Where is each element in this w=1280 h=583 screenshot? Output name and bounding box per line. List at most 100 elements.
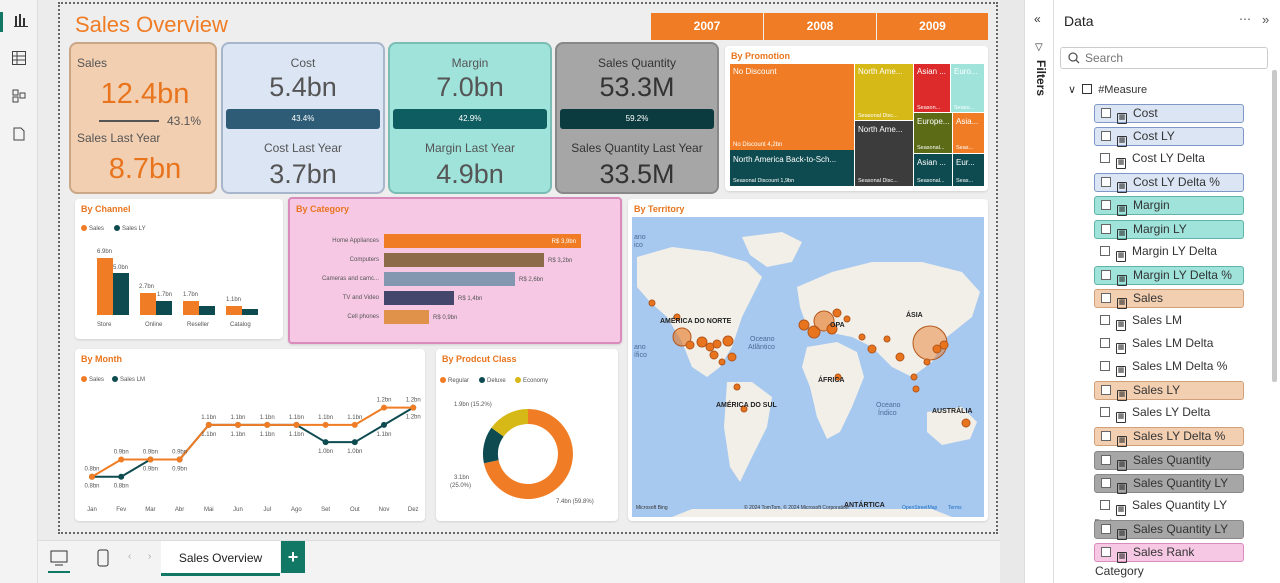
month-line-sales-point[interactable] [147, 456, 154, 463]
month-line-sales-point[interactable] [293, 421, 300, 428]
channel-bar-store-ly[interactable] [113, 273, 129, 315]
channel-bar-catalog-sales[interactable] [226, 306, 242, 315]
field-checkbox[interactable] [1101, 269, 1111, 280]
month-line-sales-point[interactable] [351, 421, 358, 428]
channel-bar-reseller-ly[interactable] [199, 306, 215, 315]
field-checkbox[interactable] [1101, 385, 1111, 396]
table-measure[interactable]: ∨ #Measure [1068, 83, 1147, 96]
field-checkbox[interactable] [1101, 477, 1111, 488]
field-item[interactable]: ▦ Sales LY [1094, 381, 1244, 402]
field-checkbox[interactable] [1101, 546, 1111, 557]
cat-bar-3[interactable] [384, 291, 454, 305]
month-line-lm-point[interactable] [351, 439, 358, 446]
territory-map[interactable]: AMÉRICA DO NORTE AMÉRICA DO SUL OPA ÁSIA… [632, 217, 984, 517]
field-item[interactable]: ▦ Sales [1094, 288, 1244, 309]
collapse-pane-icon[interactable]: » [1262, 12, 1269, 27]
field-checkbox[interactable] [1100, 407, 1110, 418]
data-pane-scrollbar[interactable] [1272, 70, 1277, 382]
dax-query-icon[interactable] [9, 126, 29, 146]
filters-pane[interactable]: « ▽ Filters [1024, 0, 1054, 583]
month-chart-card[interactable]: By Month Sales Sales LM Jan Fev Mar Abr Mai J… [75, 349, 425, 521]
map-osm-link[interactable]: OpenStreetMap [902, 505, 938, 511]
model-view-icon[interactable] [9, 88, 29, 108]
year-2007-button[interactable]: 2007 [651, 13, 763, 40]
field-item[interactable]: ▦Sales Quantity LY Delta % [1094, 519, 1244, 555]
field-checkbox[interactable] [1101, 131, 1111, 142]
field-item[interactable]: ▦ Cost LY Delta % [1094, 173, 1244, 194]
month-line-sales-point[interactable] [89, 473, 95, 480]
field-checkbox[interactable] [1101, 223, 1111, 234]
chevron-down-icon[interactable]: ∨ [1068, 84, 1076, 96]
field-item[interactable]: ▦ Margin LY Delta % [1094, 265, 1244, 286]
channel-bar-online-ly[interactable] [156, 301, 172, 315]
expand-filters-icon[interactable]: « [1034, 12, 1041, 26]
channel-bar-online-sales[interactable] [140, 293, 156, 315]
month-line-sales-point[interactable] [381, 404, 387, 411]
report-view-icon[interactable] [0, 12, 38, 32]
territory-map-card[interactable]: By Territory AMÉRICA DO NORTE AMÉRICA DO… [628, 199, 988, 521]
field-item[interactable]: ▦ Cost LY Delta [1094, 150, 1244, 170]
field-checkbox[interactable] [1100, 338, 1110, 348]
field-item[interactable]: ▦ Margin [1094, 196, 1244, 217]
channel-bar-catalog-ly[interactable] [242, 309, 258, 315]
field-item[interactable]: ▦ Sales Quantity LY [1094, 473, 1244, 494]
field-item[interactable]: ▦ Sales LY Delta [1094, 404, 1244, 424]
month-line-sales-point[interactable] [322, 421, 329, 428]
year-2009-button[interactable]: 2009 [877, 13, 988, 40]
category-chart[interactable]: Home Appliances R$ 3,9bn Computers R$ 3,… [290, 199, 620, 342]
field-checkbox[interactable] [1101, 454, 1111, 465]
product-class-donut[interactable]: Regular Deluxe Economy 1.9bn (15.2%) 3.1… [436, 349, 618, 521]
field-checkbox[interactable] [1100, 499, 1110, 510]
cat-bar-2[interactable] [384, 272, 515, 286]
month-line-sales-point[interactable] [410, 404, 417, 411]
prev-page-icon[interactable]: ‹ [128, 551, 131, 562]
field-checkbox[interactable] [1100, 314, 1110, 325]
field-item[interactable]: ▦ Sales LM Delta [1094, 335, 1244, 354]
month-line-sales-point[interactable] [264, 421, 271, 428]
month-line-lm-point[interactable] [118, 473, 125, 480]
field-checkbox[interactable] [1100, 245, 1110, 256]
month-chart[interactable]: Sales Sales LM Jan Fev Mar Abr Mai Jun Jul Ago S… [75, 349, 425, 521]
field-item[interactable]: ▦ Margin LY [1094, 219, 1244, 240]
filters-label[interactable]: Filters [1032, 60, 1048, 96]
table-view-icon[interactable] [9, 50, 29, 70]
field-checkbox[interactable] [1101, 431, 1111, 442]
field-item[interactable]: ▦Sales Quantity LY Delta [1094, 497, 1244, 531]
field-item[interactable]: ▦ Sales Quantity [1094, 450, 1244, 471]
search-box[interactable] [1060, 47, 1268, 69]
field-item[interactable]: ▦ Cost LY [1094, 127, 1244, 148]
cat-bar-1[interactable] [384, 253, 544, 267]
desktop-layout-icon[interactable] [48, 547, 70, 569]
field-item[interactable]: ▦ Sales Rank Category [1094, 542, 1244, 578]
field-checkbox[interactable] [1101, 200, 1111, 211]
search-input[interactable] [1085, 50, 1255, 66]
promotion-treemap-card[interactable]: By Promotion No Discount No Discount 4,2… [725, 46, 988, 191]
field-item[interactable]: ▦ Sales LM Delta % [1094, 358, 1244, 378]
channel-bar-reseller-sales[interactable] [183, 301, 199, 315]
channel-bar-store-sales[interactable] [97, 258, 113, 315]
promotion-treemap[interactable]: No Discount No Discount 4,2bn North Ame.… [730, 64, 984, 186]
field-checkbox[interactable] [1100, 361, 1110, 372]
mobile-layout-icon[interactable] [92, 547, 114, 569]
product-class-card[interactable]: By Prodcut Class Regular Deluxe Economy … [436, 349, 618, 521]
channel-chart[interactable]: Sales Sales LY 6.9bn 5.0bn 2.7bn 1.7bn 1… [75, 199, 283, 339]
page-tab-sales-overview[interactable]: Sales Overview [161, 541, 280, 576]
year-2008-button[interactable]: 2008 [764, 13, 876, 40]
field-item[interactable]: ▦ Sales LM [1094, 312, 1244, 331]
map-terms-link[interactable]: Terms [948, 505, 962, 511]
field-checkbox[interactable] [1100, 153, 1110, 164]
month-line-sales-point[interactable] [205, 421, 212, 428]
channel-chart-card[interactable]: By Channel Sales Sales LY 6.9bn 5.0bn 2.… [75, 199, 283, 339]
month-line-sales-point[interactable] [118, 456, 125, 463]
field-item[interactable]: ▦ Cost [1094, 104, 1244, 124]
month-line-lm-point[interactable] [322, 439, 329, 446]
more-options-icon[interactable]: ⋯ [1239, 12, 1251, 26]
field-checkbox[interactable] [1101, 292, 1111, 303]
field-checkbox[interactable] [1101, 108, 1111, 118]
add-page-button[interactable]: + [281, 541, 305, 573]
category-chart-card[interactable]: By Category Home Appliances R$ 3,9bn Com… [288, 197, 622, 344]
next-page-icon[interactable]: › [148, 551, 151, 562]
field-item[interactable]: ▦ Margin LY Delta [1094, 243, 1244, 262]
month-line-sales-point[interactable] [235, 421, 241, 428]
month-line-lm-point[interactable] [381, 421, 387, 428]
